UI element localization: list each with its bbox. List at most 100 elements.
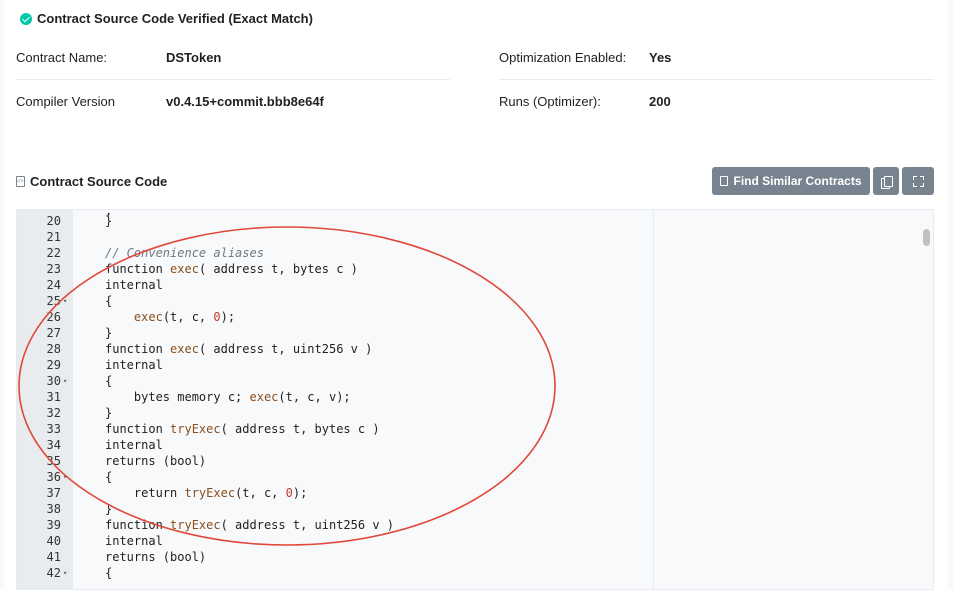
line-number: 21: [46, 230, 61, 244]
fold-toggle-icon[interactable]: ▾: [61, 293, 73, 309]
code-lines: 20} 21 22// Convenience aliases 23 function …: [17, 213, 917, 581]
code-line: 29 internal: [17, 357, 917, 373]
fold-toggle-icon[interactable]: ▾: [61, 373, 73, 389]
code-line: 38}: [17, 501, 917, 517]
contract-name-row: Contract Name: DSToken: [16, 50, 221, 65]
runs-row: Runs (Optimizer): 200: [499, 94, 671, 109]
line-number: 41: [46, 550, 61, 564]
editor-scrollbar[interactable]: [923, 229, 930, 246]
code-line: 31 bytes memory c; exec(t, c, v);: [17, 389, 917, 405]
expand-icon: [912, 175, 924, 187]
line-number: 24: [46, 278, 61, 292]
code-line: 37 return tryExec(t, c, 0);: [17, 485, 917, 501]
find-similar-contracts-button[interactable]: Find Similar Contracts: [712, 167, 870, 195]
code-line: 26 exec(t, c, 0);: [17, 309, 917, 325]
code-text: function exec( address t, bytes c ): [105, 262, 358, 276]
code-text: bytes memory c; exec(t, c, v);: [105, 390, 351, 404]
code-line: 41 returns (bool): [17, 549, 917, 565]
runs-value: 200: [649, 94, 671, 109]
code-text: {: [105, 294, 113, 308]
file-code-icon: [16, 176, 25, 187]
optimization-value: Yes: [649, 50, 672, 65]
copy-icon: [881, 175, 893, 189]
line-number: 32: [46, 406, 61, 420]
fullscreen-button[interactable]: [902, 167, 934, 195]
code-text: return tryExec(t, c, 0);: [105, 486, 308, 500]
line-number: 34: [46, 438, 61, 452]
code-line: 30 ▾ {: [17, 373, 917, 389]
code-text: exec(t, c, 0);: [133, 310, 236, 324]
line-number: 37: [46, 486, 61, 500]
contract-name-value: DSToken: [166, 50, 222, 65]
code-line: 32}: [17, 405, 917, 421]
line-number: 23: [46, 262, 61, 276]
compiler-row: Compiler Version v0.4.15+commit.bbb8e64f: [16, 94, 324, 109]
code-text: // Convenience aliases: [105, 246, 264, 260]
code-text: returns (bool): [105, 454, 207, 468]
line-number: 40: [46, 534, 61, 548]
contract-name-label: Contract Name:: [16, 50, 108, 65]
line-number: 31: [46, 390, 61, 404]
code-text: }: [105, 214, 113, 228]
optimization-row: Optimization Enabled: Yes: [499, 50, 671, 65]
line-number: 28: [46, 342, 61, 356]
line-number: 38: [46, 502, 61, 516]
copy-source-button[interactable]: [873, 167, 899, 195]
divider: [499, 79, 934, 80]
code-text: internal: [105, 358, 163, 372]
line-number: 39: [46, 518, 61, 532]
verified-label: Contract Source Code Verified (Exact Mat…: [37, 11, 313, 26]
code-text: internal: [105, 438, 163, 452]
compiler-label: Compiler Version: [16, 94, 115, 109]
code-line: 23 function exec( address t, bytes c ): [17, 261, 917, 277]
code-text: function tryExec( address t, uint256 v ): [105, 518, 394, 532]
fold-toggle-icon[interactable]: ▾: [61, 469, 73, 485]
code-text: }: [105, 326, 113, 340]
code-line: 42 ▾ {: [17, 565, 917, 581]
fold-toggle-icon[interactable]: ▾: [61, 565, 73, 581]
line-number: 20: [46, 214, 61, 228]
line-number: 25: [46, 294, 61, 308]
check-circle-icon: [20, 12, 32, 25]
code-line: 35 returns (bool): [17, 453, 917, 469]
code-text: function exec( address t, uint256 v ): [105, 342, 373, 356]
code-text: function tryExec( address t, bytes c ): [105, 422, 380, 436]
code-editor[interactable]: ; 20} 21 22// Convenience aliases 23 functio…: [16, 209, 934, 590]
source-code-title: Contract Source Code: [16, 174, 167, 189]
runs-label: Runs (Optimizer):: [499, 94, 601, 109]
line-number: 29: [46, 358, 61, 372]
divider: [16, 79, 450, 80]
code-line: 24 internal: [17, 277, 917, 293]
line-number: 33: [46, 422, 61, 436]
code-text: returns (bool): [105, 550, 207, 564]
code-line: 21: [17, 229, 917, 245]
code-line: 40 internal: [17, 533, 917, 549]
line-number: 36: [46, 470, 61, 484]
verified-banner: Contract Source Code Verified (Exact Mat…: [20, 11, 313, 26]
code-line: 39 function tryExec( address t, uint256 v…: [17, 517, 917, 533]
line-number: 42: [46, 566, 61, 580]
source-code-label: Contract Source Code: [30, 174, 168, 189]
optimization-label: Optimization Enabled:: [499, 50, 627, 65]
code-line: 28 function exec( address t, uint256 v ): [17, 341, 917, 357]
find-similar-label: Find Similar Contracts: [733, 174, 862, 188]
code-text: {: [105, 470, 113, 484]
line-number: 30: [46, 374, 61, 388]
compiler-value: v0.4.15+commit.bbb8e64f: [166, 94, 324, 109]
code-line: 20}: [17, 213, 917, 229]
